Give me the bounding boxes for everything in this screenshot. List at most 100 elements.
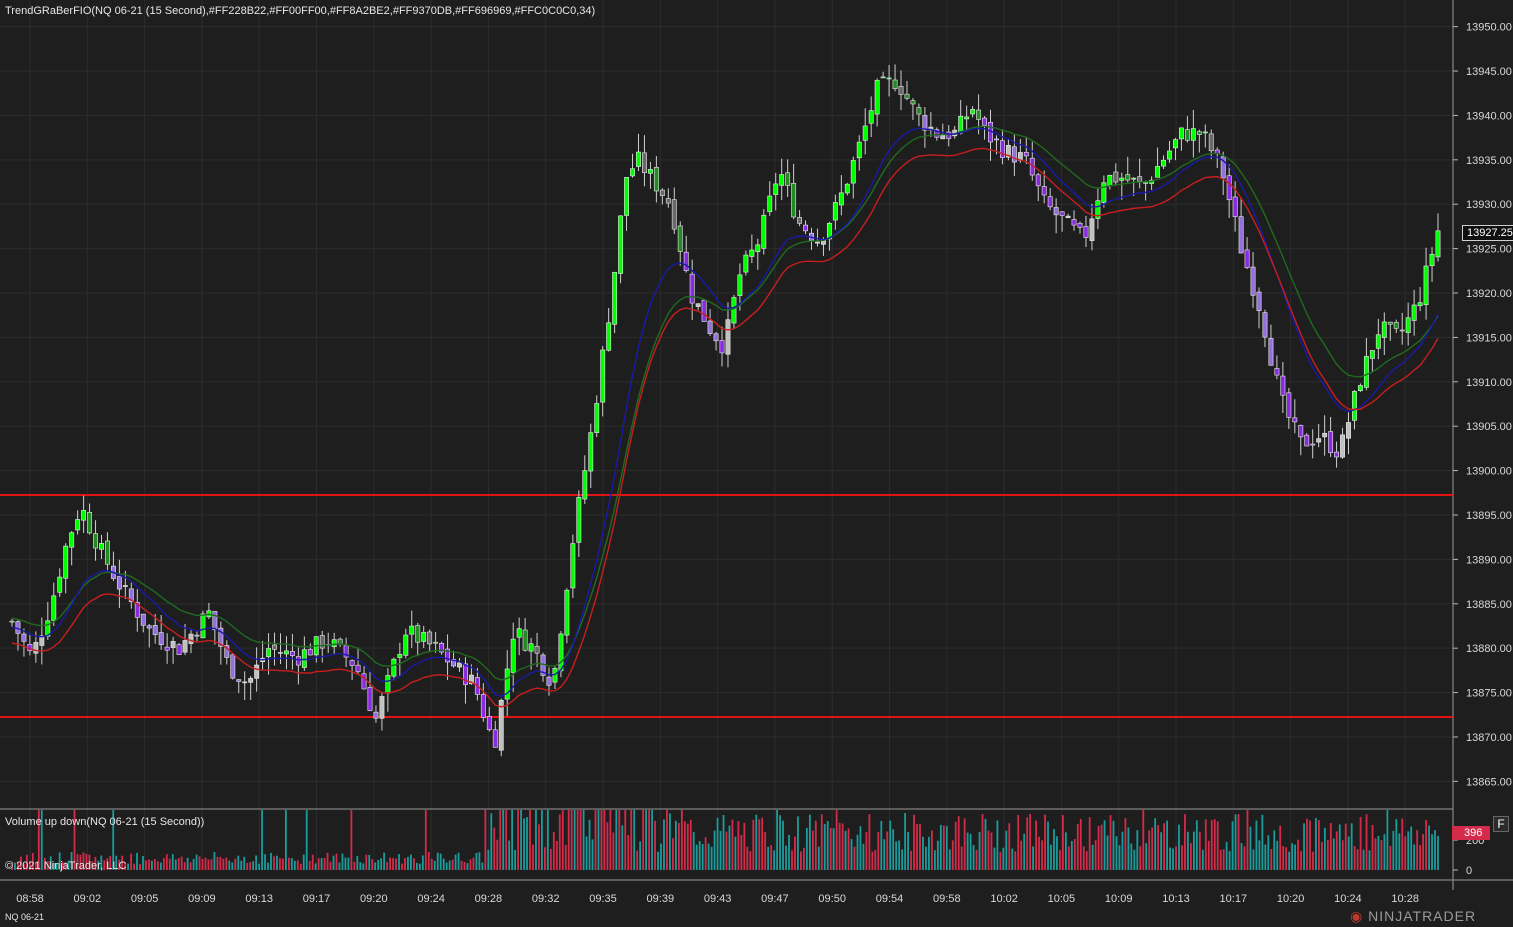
volume-bar xyxy=(1240,843,1243,870)
candle-body xyxy=(87,511,93,534)
candle-body xyxy=(51,595,57,621)
candle-body xyxy=(767,195,773,213)
volume-bar xyxy=(1428,825,1430,870)
x-tick-label: 10:28 xyxy=(1391,893,1419,905)
volume-bar xyxy=(338,862,341,870)
volume-bar xyxy=(183,862,186,870)
candle-body xyxy=(785,172,791,186)
volume-bar xyxy=(791,850,793,870)
candle-body xyxy=(1137,176,1143,182)
candle-body xyxy=(81,510,87,521)
volume-bar xyxy=(1395,819,1398,870)
candle-body xyxy=(1011,146,1017,163)
volume-bar xyxy=(576,810,579,870)
candle-body xyxy=(385,675,391,694)
volume-bar xyxy=(198,856,201,870)
candle-body xyxy=(743,254,749,273)
x-tick-label: 10:13 xyxy=(1162,893,1190,905)
candle-body xyxy=(140,613,146,626)
volume-bar xyxy=(362,863,365,870)
volume-bar xyxy=(151,860,153,870)
volume-bar xyxy=(1106,835,1109,870)
volume-bar xyxy=(1020,840,1023,870)
volume-bar xyxy=(341,853,344,870)
volume-bar xyxy=(627,835,630,870)
volume-bar xyxy=(543,847,546,870)
candle-body xyxy=(1059,211,1065,216)
chart-canvas[interactable]: 13950.00 13945.00 13940.00 13935.00 13930.00… xyxy=(0,0,1513,927)
volume-bar xyxy=(618,810,621,870)
volume-bar xyxy=(916,824,918,870)
candle-body xyxy=(994,138,999,141)
volume-bar xyxy=(415,862,418,870)
candle-body xyxy=(1143,182,1149,184)
volume-bar xyxy=(737,821,740,870)
volume-bar xyxy=(1332,838,1335,870)
volume-bar xyxy=(811,830,814,870)
x-tick-label: 10:17 xyxy=(1220,893,1248,905)
candle-body xyxy=(236,679,242,682)
x-tick-label: 10:24 xyxy=(1334,893,1362,905)
volume-bar xyxy=(1318,820,1320,870)
x-tick-label: 09:13 xyxy=(245,893,273,905)
volume-bar xyxy=(532,844,534,870)
volume-bar xyxy=(1133,849,1136,870)
volume-bar xyxy=(1347,836,1350,870)
candle-body xyxy=(492,729,498,748)
volume-bar xyxy=(567,810,570,870)
volume-bar xyxy=(421,855,424,870)
volume-bar xyxy=(639,841,642,870)
volume-bar xyxy=(430,858,433,870)
candle-body xyxy=(158,632,164,645)
x-tick-label: 09:58 xyxy=(933,893,961,905)
volume-bar xyxy=(252,861,255,870)
volume-bar xyxy=(136,852,138,870)
volume-bar xyxy=(969,833,972,870)
volume-bar xyxy=(249,862,252,870)
volume-bar xyxy=(1353,846,1356,870)
volume-bar xyxy=(1061,815,1064,870)
volume-bar xyxy=(960,846,963,870)
volume-bar xyxy=(1237,814,1240,870)
candle-body xyxy=(546,676,552,686)
x-tick-label: 09:39 xyxy=(647,893,675,905)
volume-bar xyxy=(1371,824,1374,870)
volume-bar xyxy=(925,846,927,870)
volume-bar xyxy=(660,843,662,870)
candle-body xyxy=(1363,356,1369,388)
f-button[interactable]: F xyxy=(1493,816,1509,832)
volume-bar xyxy=(463,862,466,870)
volume-bar xyxy=(704,837,707,870)
volume-bar xyxy=(1386,810,1389,870)
volume-bar xyxy=(1112,820,1115,870)
volume-bar xyxy=(383,852,386,870)
volume-bar xyxy=(496,839,499,870)
candle-body xyxy=(1065,215,1071,219)
volume-bar xyxy=(1398,833,1401,870)
candle-body xyxy=(33,642,39,654)
volume-bar xyxy=(526,817,528,870)
volume-bar xyxy=(865,832,868,870)
volume-bar xyxy=(612,832,615,870)
instrument-label: NQ 06-21 xyxy=(5,912,45,922)
volume-bar xyxy=(1124,818,1127,870)
volume-bar xyxy=(192,858,195,870)
candle-body xyxy=(1399,329,1405,332)
volume-bar xyxy=(755,814,758,870)
y-tick-label: 13945.00 xyxy=(1466,66,1512,78)
volume-bar xyxy=(764,832,767,870)
volume-bar xyxy=(966,832,969,870)
candle-body xyxy=(75,519,81,531)
volume-bar xyxy=(448,860,451,870)
volume-bar xyxy=(1130,843,1133,870)
volume-bar xyxy=(177,858,180,870)
candle-body xyxy=(307,649,313,656)
volume-bar xyxy=(258,863,260,870)
y-tick-label: 13950.00 xyxy=(1466,22,1512,34)
volume-bar xyxy=(871,851,874,870)
volume-bar xyxy=(1115,836,1118,870)
volume-bar xyxy=(874,849,877,870)
volume-bar xyxy=(139,863,141,870)
volume-bar xyxy=(1103,820,1106,870)
candle-body xyxy=(1077,222,1083,228)
